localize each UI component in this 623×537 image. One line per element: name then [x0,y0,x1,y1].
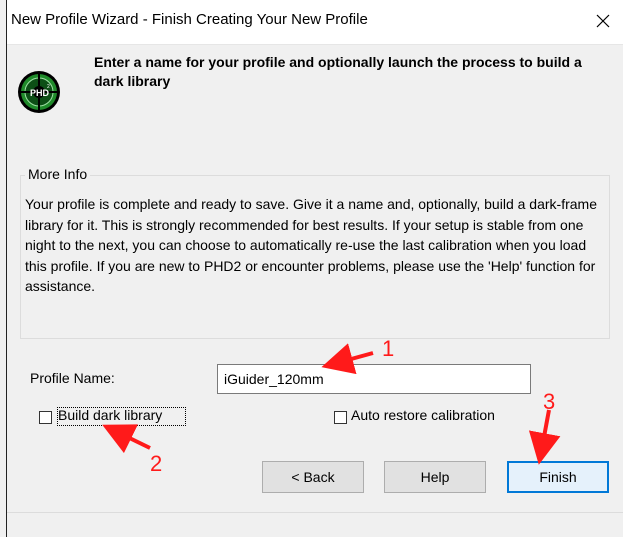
auto-restore-calibration-checkbox[interactable] [334,411,347,424]
back-button[interactable]: < Back [262,461,364,493]
phd2-logo-icon: PHD 2 [18,71,60,113]
close-button[interactable] [588,6,618,36]
wizard-heading: Enter a name for your profile and option… [94,54,582,89]
wizard-window: New Profile Wizard - Finish Creating You… [6,0,623,537]
window-title: New Profile Wizard - Finish Creating You… [11,11,368,28]
annotation-number-3: 3 [543,389,556,414]
finish-button[interactable]: Finish [507,461,609,493]
logo-superscript: 2 [47,84,50,90]
help-button[interactable]: Help [384,461,486,493]
more-info-legend: More Info [25,166,91,182]
profile-name-label: Profile Name: [30,370,115,386]
more-info-groupbox: More Info Your profile is complete and r… [20,166,610,339]
profile-name-input[interactable] [217,364,531,394]
annotation-number-2: 2 [150,451,163,476]
title-bar: New Profile Wizard - Finish Creating You… [7,0,623,45]
annotation-number-1: 1 [382,336,395,361]
footer-divider [7,512,623,513]
more-info-text: Your profile is complete and ready to sa… [25,196,597,294]
auto-restore-calibration-label[interactable]: Auto restore calibration [351,407,495,423]
build-dark-library-label[interactable]: Build dark library [58,407,162,423]
build-dark-library-checkbox[interactable] [39,411,52,424]
close-icon [596,14,610,28]
